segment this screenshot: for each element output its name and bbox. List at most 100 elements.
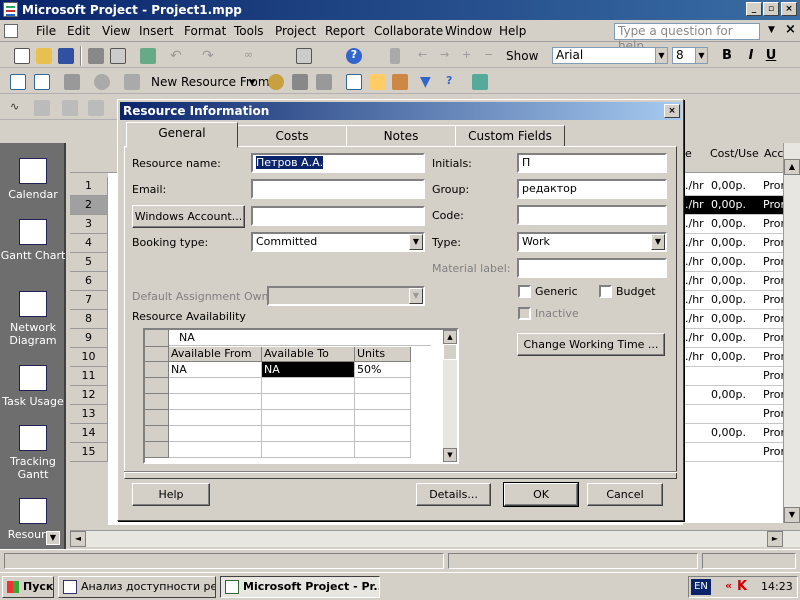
cell-cost[interactable]: 0,00р. (711, 291, 746, 309)
menu-file[interactable]: File (36, 24, 56, 38)
table-row[interactable]: ./hr 0,00р. Pror (683, 234, 785, 253)
cell-acc[interactable]: Pror (763, 348, 785, 366)
table-row[interactable]: ./hr 0,00р. Pror (683, 215, 785, 234)
cell-acc[interactable]: Pror (763, 196, 785, 214)
av-row-header[interactable] (145, 442, 169, 458)
view-bar-scroll-down-icon[interactable]: ▼ (46, 531, 60, 545)
scroll-left-arrow-icon[interactable]: ◄ (70, 531, 86, 547)
table-row[interactable]: Pror (683, 405, 785, 424)
app-icon[interactable] (3, 2, 18, 17)
leveling-icon[interactable]: ? (446, 74, 462, 90)
table-row[interactable]: ./hr 0,00р. Pror (683, 310, 785, 329)
row-number[interactable]: 8 (70, 310, 108, 329)
tab-notes[interactable]: Notes (346, 125, 456, 147)
cell-rate[interactable]: ./hr (685, 196, 704, 214)
code-input[interactable] (517, 205, 667, 225)
menu-help[interactable]: Help (499, 24, 526, 38)
generic-checkbox[interactable] (518, 285, 531, 298)
cost-use-header-text[interactable]: Cost/Use (710, 147, 759, 160)
language-indicator[interactable]: EN (691, 579, 711, 595)
italic-button[interactable]: I (742, 47, 760, 65)
units-cell[interactable]: 50% (355, 362, 411, 378)
row-number[interactable]: 5 (70, 253, 108, 272)
table-row[interactable]: 0,00р. Pror (683, 424, 785, 443)
underline-button[interactable]: U (762, 47, 780, 65)
av-empty-cell[interactable] (355, 394, 411, 410)
view-gantt-chart[interactable]: Gantt Chart (0, 219, 66, 262)
av-scroll-down-icon[interactable]: ▼ (443, 448, 457, 462)
font-size-select[interactable]: 8 ▼ (672, 47, 708, 64)
cell-acc[interactable]: Pror (763, 234, 785, 252)
cell-acc[interactable]: Pror (763, 177, 785, 195)
av-empty-cell[interactable] (262, 378, 355, 394)
link-icon[interactable]: ∞ (244, 48, 260, 64)
av-empty-cell[interactable] (355, 378, 411, 394)
show-menu[interactable]: Show (506, 49, 538, 63)
menu-collaborate[interactable]: Collaborate (374, 24, 443, 38)
font-select[interactable]: Arial ▼ (552, 47, 668, 64)
view-tracking-gantt[interactable]: Tracking Gantt (0, 425, 66, 481)
view-network-diagram[interactable]: Network Diagram (0, 291, 66, 347)
av-row-header[interactable] (145, 378, 169, 394)
cell-acc[interactable]: Pror (763, 386, 785, 404)
av-empty-cell[interactable] (262, 394, 355, 410)
row-number[interactable]: 1 (70, 177, 108, 196)
cell-cost[interactable]: 0,00р. (711, 272, 746, 290)
scroll-up-icon[interactable]: ▲ (784, 159, 800, 175)
cell-cost[interactable]: 0,00р. (711, 177, 746, 195)
cell-acc[interactable]: Pror (763, 405, 785, 423)
table-row[interactable]: ./hr 0,00р. Pror (683, 177, 785, 196)
scroll-right-arrow-icon[interactable]: ► (767, 531, 783, 547)
address-book-icon[interactable] (346, 74, 362, 90)
show-subtasks-icon[interactable] (88, 100, 104, 116)
start-button[interactable]: Пуск (2, 576, 54, 598)
av-empty-cell[interactable] (262, 442, 355, 458)
replace-resource-icon[interactable] (316, 74, 332, 90)
av-scroll-thumb[interactable] (443, 344, 457, 360)
row-number[interactable]: 11 (70, 367, 108, 386)
cell-cost[interactable]: 0,00р. (711, 386, 746, 404)
tray-arrows-icon[interactable]: « (725, 579, 732, 592)
resource-name-input[interactable]: Петров А.А. (251, 153, 425, 173)
row-number[interactable]: 3 (70, 215, 108, 234)
av-row-header[interactable] (145, 426, 169, 442)
row-number[interactable]: 2 (70, 196, 108, 215)
table-row[interactable]: Pror (683, 367, 785, 386)
dropdown-arrow-icon[interactable]: ▼ (409, 234, 423, 250)
redo-icon[interactable]: ↷ (202, 48, 218, 64)
cell-acc[interactable]: Pror (763, 367, 785, 385)
scroll-left-icon[interactable]: ← (418, 48, 434, 64)
change-working-time-button[interactable]: Change Working Time ... (517, 333, 665, 356)
open-icon[interactable] (36, 48, 52, 64)
cell-acc[interactable]: Pror (763, 424, 785, 442)
menu-insert[interactable]: Insert (139, 24, 173, 38)
details-icon[interactable] (392, 74, 408, 90)
availability-edit-bar[interactable]: NA (169, 330, 431, 346)
menu-view[interactable]: View (102, 24, 130, 38)
material-label-input[interactable] (517, 258, 667, 278)
menu-edit[interactable]: Edit (67, 24, 90, 38)
build-team-icon[interactable] (292, 74, 308, 90)
resource-usage-icon[interactable] (34, 74, 50, 90)
av-row-header[interactable] (145, 394, 169, 410)
table-row[interactable]: ./hr 0,00р. Pror (683, 291, 785, 310)
task-info-icon[interactable] (296, 48, 312, 64)
av-row-header[interactable] (145, 362, 169, 378)
bold-button[interactable]: B (718, 47, 736, 65)
cell-rate[interactable]: ./hr (685, 348, 704, 366)
taskbar-project-button[interactable]: Microsoft Project - Pr... (220, 576, 380, 598)
row-number[interactable]: 10 (70, 348, 108, 367)
help-button[interactable]: Help (132, 483, 210, 506)
availability-scrollbar[interactable]: ▲ ▼ (443, 330, 457, 462)
table-row[interactable]: 0,00р. Pror (683, 386, 785, 405)
zoom-out-icon[interactable]: − (484, 48, 500, 64)
menu-report[interactable]: Report (325, 24, 365, 38)
cell-cost[interactable]: 0,00р. (711, 253, 746, 271)
table-row[interactable]: ./hr 0,00р. Pror (683, 348, 785, 367)
cell-rate[interactable]: ./hr (685, 329, 704, 347)
cell-rate[interactable]: ./hr (685, 291, 704, 309)
tab-general[interactable]: General (126, 122, 238, 148)
row-number[interactable]: 7 (70, 291, 108, 310)
view-task-usage[interactable]: Task Usage (0, 365, 66, 408)
menu-tools[interactable]: Tools (234, 24, 264, 38)
